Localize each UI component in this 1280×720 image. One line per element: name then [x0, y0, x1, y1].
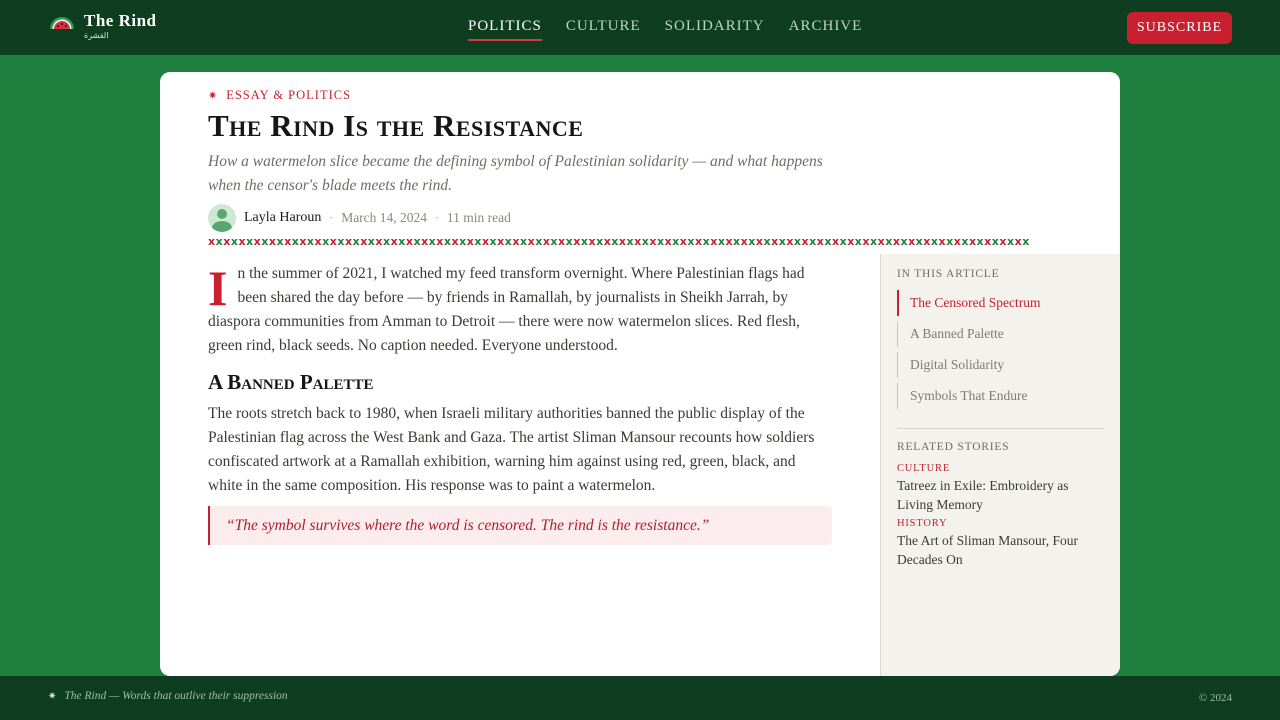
site-footer: ✷ The Rind — Words that outlive their su… — [0, 676, 1280, 720]
related-story[interactable]: CULTURE Tatreez in Exile: Embroidery as … — [897, 463, 1104, 514]
intro-text: n the summer of 2021, I watched my feed … — [208, 265, 805, 354]
brand-subtitle: القشرة — [84, 31, 109, 40]
byline-separator: · — [329, 211, 334, 225]
related-story[interactable]: HISTORY The Art of Sliman Mansour, Four … — [897, 518, 1104, 569]
article-body: In the summer of 2021, I watched my feed… — [208, 262, 832, 545]
toc-item-digital-solidarity[interactable]: Digital Solidarity — [897, 352, 1104, 378]
nav-archive[interactable]: ARCHIVE — [789, 14, 863, 41]
story-title[interactable]: Tatreez in Exile: Embroidery as Living M… — [897, 476, 1104, 514]
author-avatar[interactable] — [208, 204, 236, 232]
byline-separator: · — [435, 211, 439, 225]
footer-tagline-group: ✷ The Rind — Words that outlive their su… — [48, 690, 288, 702]
article-kicker: ✷ ESSAY & POLITICS — [208, 88, 351, 103]
story-title[interactable]: The Art of Sliman Mansour, Four Decades … — [897, 531, 1104, 569]
intro-paragraph: In the summer of 2021, I watched my feed… — [208, 262, 832, 358]
article-card: ✷ ESSAY & POLITICS The Rind Is the Resis… — [160, 72, 1120, 676]
kicker-label: ESSAY & POLITICS — [226, 88, 352, 102]
main-nav: POLITICS CULTURE SOLIDARITY ARCHIVE — [468, 0, 886, 55]
toc-item-banned-palette[interactable]: A Banned Palette — [897, 321, 1104, 347]
section-heading: A Banned Palette — [208, 370, 374, 394]
nav-solidarity[interactable]: SOLIDARITY — [665, 14, 765, 41]
nav-culture[interactable]: CULTURE — [566, 14, 641, 41]
publish-date: March 14, 2024 — [341, 210, 428, 225]
toc-heading: IN THIS ARTICLE — [897, 268, 1000, 280]
nav-politics[interactable]: POLITICS — [468, 14, 542, 41]
pull-quote: “The symbol survives where the word is c… — [208, 506, 832, 545]
asterisk-star-icon: ✷ — [48, 690, 57, 702]
watermelon-slice-icon — [50, 16, 74, 29]
story-tag: CULTURE — [897, 463, 951, 474]
section-paragraph: The roots stretch back to 1980, when Isr… — [208, 405, 815, 494]
read-time: 11 min read — [446, 210, 511, 225]
brand-logo[interactable]: The Rind القشرة — [48, 12, 157, 41]
site-header: The Rind القشرة POLITICS CULTURE SOLIDAR… — [0, 0, 1280, 55]
table-of-contents: The Censored Spectrum A Banned Palette D… — [897, 290, 1104, 409]
footer-tagline: The Rind — Words that outlive their supp… — [64, 690, 288, 702]
article-dek: How a watermelon slice became the defini… — [208, 153, 823, 194]
story-tag: HISTORY — [897, 518, 948, 529]
byline: Layla Haroun · March 14, 2024 · 11 min r… — [208, 204, 511, 232]
toc-item-symbols-endure[interactable]: Symbols That Endure — [897, 383, 1104, 409]
brand-title: The Rind — [84, 11, 157, 30]
article-title: The Rind Is the Resistance — [208, 108, 584, 143]
toc-item-censored-spectrum[interactable]: The Censored Spectrum — [897, 290, 1104, 316]
subscribe-button[interactable]: SUBSCRIBE — [1127, 12, 1232, 44]
tatreez-pattern-divider: xxxxxxxxxxxxxxxxxxxxxxxxxxxxxxxxxxxxxxxx… — [208, 235, 1030, 248]
copyright: © 2024 — [1198, 692, 1232, 704]
related-heading: RELATED STORIES — [897, 441, 1010, 453]
asterisk-star-icon: ✷ — [208, 90, 219, 102]
author-name[interactable]: Layla Haroun — [244, 210, 321, 226]
sidebar-divider — [897, 428, 1104, 429]
article-sidebar: IN THIS ARTICLE The Censored Spectrum A … — [880, 254, 1120, 676]
drop-cap: I — [208, 260, 228, 316]
